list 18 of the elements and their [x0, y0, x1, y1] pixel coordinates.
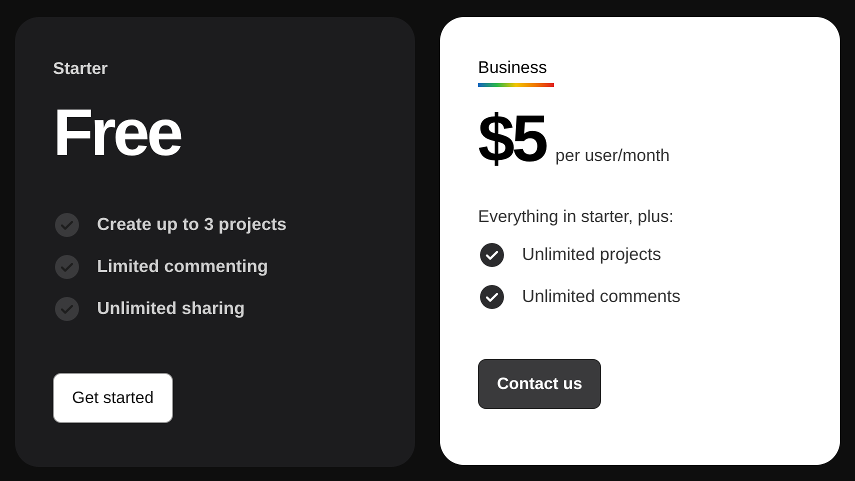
feature-text: Create up to 3 projects — [97, 214, 287, 235]
get-started-button[interactable]: Get started — [53, 373, 173, 423]
check-circle-icon — [55, 212, 79, 236]
price-note: per user/month — [555, 146, 670, 166]
check-circle-icon — [55, 254, 79, 278]
check-circle-icon — [480, 284, 504, 308]
contact-button[interactable]: Contact us — [478, 359, 602, 409]
check-circle-icon — [480, 242, 504, 266]
feature-text: Unlimited comments — [522, 286, 681, 307]
price: Free — [53, 94, 180, 170]
features-intro: Everything in starter, plus: — [478, 207, 675, 227]
price: $5 — [478, 100, 546, 176]
check-circle-icon — [55, 296, 79, 320]
plan-name: Business — [478, 58, 547, 78]
plan-name: Starter — [53, 59, 108, 79]
feature-text: Unlimited projects — [522, 244, 662, 265]
feature-text: Unlimited sharing — [97, 298, 245, 319]
feature-text: Limited commenting — [97, 256, 268, 277]
